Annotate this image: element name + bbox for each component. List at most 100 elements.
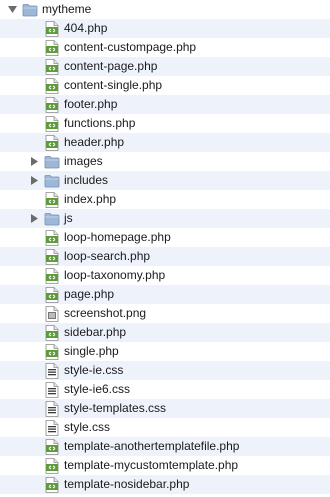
tree-item-label: style.css <box>64 420 111 434</box>
tree-file-row[interactable]: content-page.php <box>0 57 330 76</box>
tree-file-row[interactable]: sidebar.php <box>0 323 330 342</box>
css-file-icon <box>44 400 60 417</box>
tree-file-row[interactable]: content-single.php <box>0 76 330 95</box>
tree-file-row[interactable]: template-anothertemplatefile.php <box>0 437 330 456</box>
php-file-icon <box>44 20 60 37</box>
tree-folder-row[interactable]: images <box>0 152 330 171</box>
php-file-icon <box>44 324 60 341</box>
disclosure-collapsed-icon[interactable] <box>28 213 40 225</box>
php-file-icon <box>44 115 60 132</box>
tree-file-row[interactable]: style-ie6.css <box>0 380 330 399</box>
tree-item-label: style-ie6.css <box>64 382 131 396</box>
tree-file-row[interactable]: 404.php <box>0 19 330 38</box>
tree-item-label: style-templates.css <box>64 401 167 415</box>
php-file-icon <box>44 286 60 303</box>
tree-item-label: single.php <box>64 344 119 358</box>
php-file-icon <box>44 457 60 474</box>
tree-item-label: template-anothertemplatefile.php <box>64 439 240 453</box>
tree-item-label: content-page.php <box>64 59 158 73</box>
php-file-icon <box>44 58 60 75</box>
tree-item-label: content-single.php <box>64 78 163 92</box>
tree-file-row[interactable]: loop-search.php <box>0 247 330 266</box>
tree-folder-row[interactable]: js <box>0 209 330 228</box>
php-file-icon <box>44 229 60 246</box>
tree-item-label: images <box>64 154 103 168</box>
tree-file-row[interactable]: template-nosidebar.php <box>0 475 330 494</box>
file-tree: mytheme 404.php content-custompage.php con… <box>0 0 330 497</box>
php-file-icon <box>44 476 60 493</box>
tree-item-label: screenshot.png <box>64 306 147 320</box>
tree-file-row[interactable]: header.php <box>0 133 330 152</box>
php-file-icon <box>44 77 60 94</box>
php-file-icon <box>44 267 60 284</box>
tree-item-label: template-mycustomtemplate.php <box>64 458 239 472</box>
tree-file-row[interactable]: loop-taxonomy.php <box>0 266 330 285</box>
php-file-icon <box>44 248 60 265</box>
tree-folder-row[interactable]: includes <box>0 171 330 190</box>
tree-item-label: page.php <box>64 287 115 301</box>
css-file-icon <box>44 419 60 436</box>
php-file-icon <box>44 191 60 208</box>
tree-file-row[interactable]: functions.php <box>0 114 330 133</box>
tree-item-label: loop-homepage.php <box>64 230 171 244</box>
tree-root-row[interactable]: mytheme <box>0 0 330 19</box>
tree-file-row[interactable]: footer.php <box>0 95 330 114</box>
tree-file-row[interactable]: style-ie.css <box>0 361 330 380</box>
folder-icon <box>44 154 60 170</box>
tree-item-label: sidebar.php <box>64 325 127 339</box>
tree-item-label: includes <box>64 173 109 187</box>
tree-item-label: style-ie.css <box>64 363 124 377</box>
disclosure-collapsed-icon[interactable] <box>28 175 40 187</box>
tree-file-row[interactable]: style-templates.css <box>0 399 330 418</box>
tree-item-label: template-nosidebar.php <box>64 477 190 491</box>
tree-file-row[interactable]: template-mycustomtemplate.php <box>0 456 330 475</box>
tree-item-label: loop-taxonomy.php <box>64 268 166 282</box>
tree-item-label: footer.php <box>64 97 118 111</box>
tree-file-row[interactable]: page.php <box>0 285 330 304</box>
tree-file-row[interactable]: content-custompage.php <box>0 38 330 57</box>
php-file-icon <box>44 438 60 455</box>
tree-root-label: mytheme <box>42 2 92 16</box>
php-file-icon <box>44 134 60 151</box>
css-file-icon <box>44 362 60 379</box>
tree-item-label: content-custompage.php <box>64 40 197 54</box>
tree-file-row[interactable]: loop-homepage.php <box>0 228 330 247</box>
tree-file-row[interactable]: single.php <box>0 342 330 361</box>
disclosure-collapsed-icon[interactable] <box>28 156 40 168</box>
tree-file-row[interactable]: index.php <box>0 190 330 209</box>
tree-item-label: loop-search.php <box>64 249 151 263</box>
tree-item-label: header.php <box>64 135 125 149</box>
php-file-icon <box>44 39 60 56</box>
image-file-icon <box>44 305 60 322</box>
disclosure-expanded-icon[interactable] <box>6 4 18 16</box>
folder-icon <box>44 211 60 227</box>
php-file-icon <box>44 96 60 113</box>
tree-file-row[interactable]: style.css <box>0 418 330 437</box>
folder-icon <box>22 2 38 18</box>
folder-icon <box>44 173 60 189</box>
tree-file-row[interactable]: screenshot.png <box>0 304 330 323</box>
tree-item-label: functions.php <box>64 116 136 130</box>
